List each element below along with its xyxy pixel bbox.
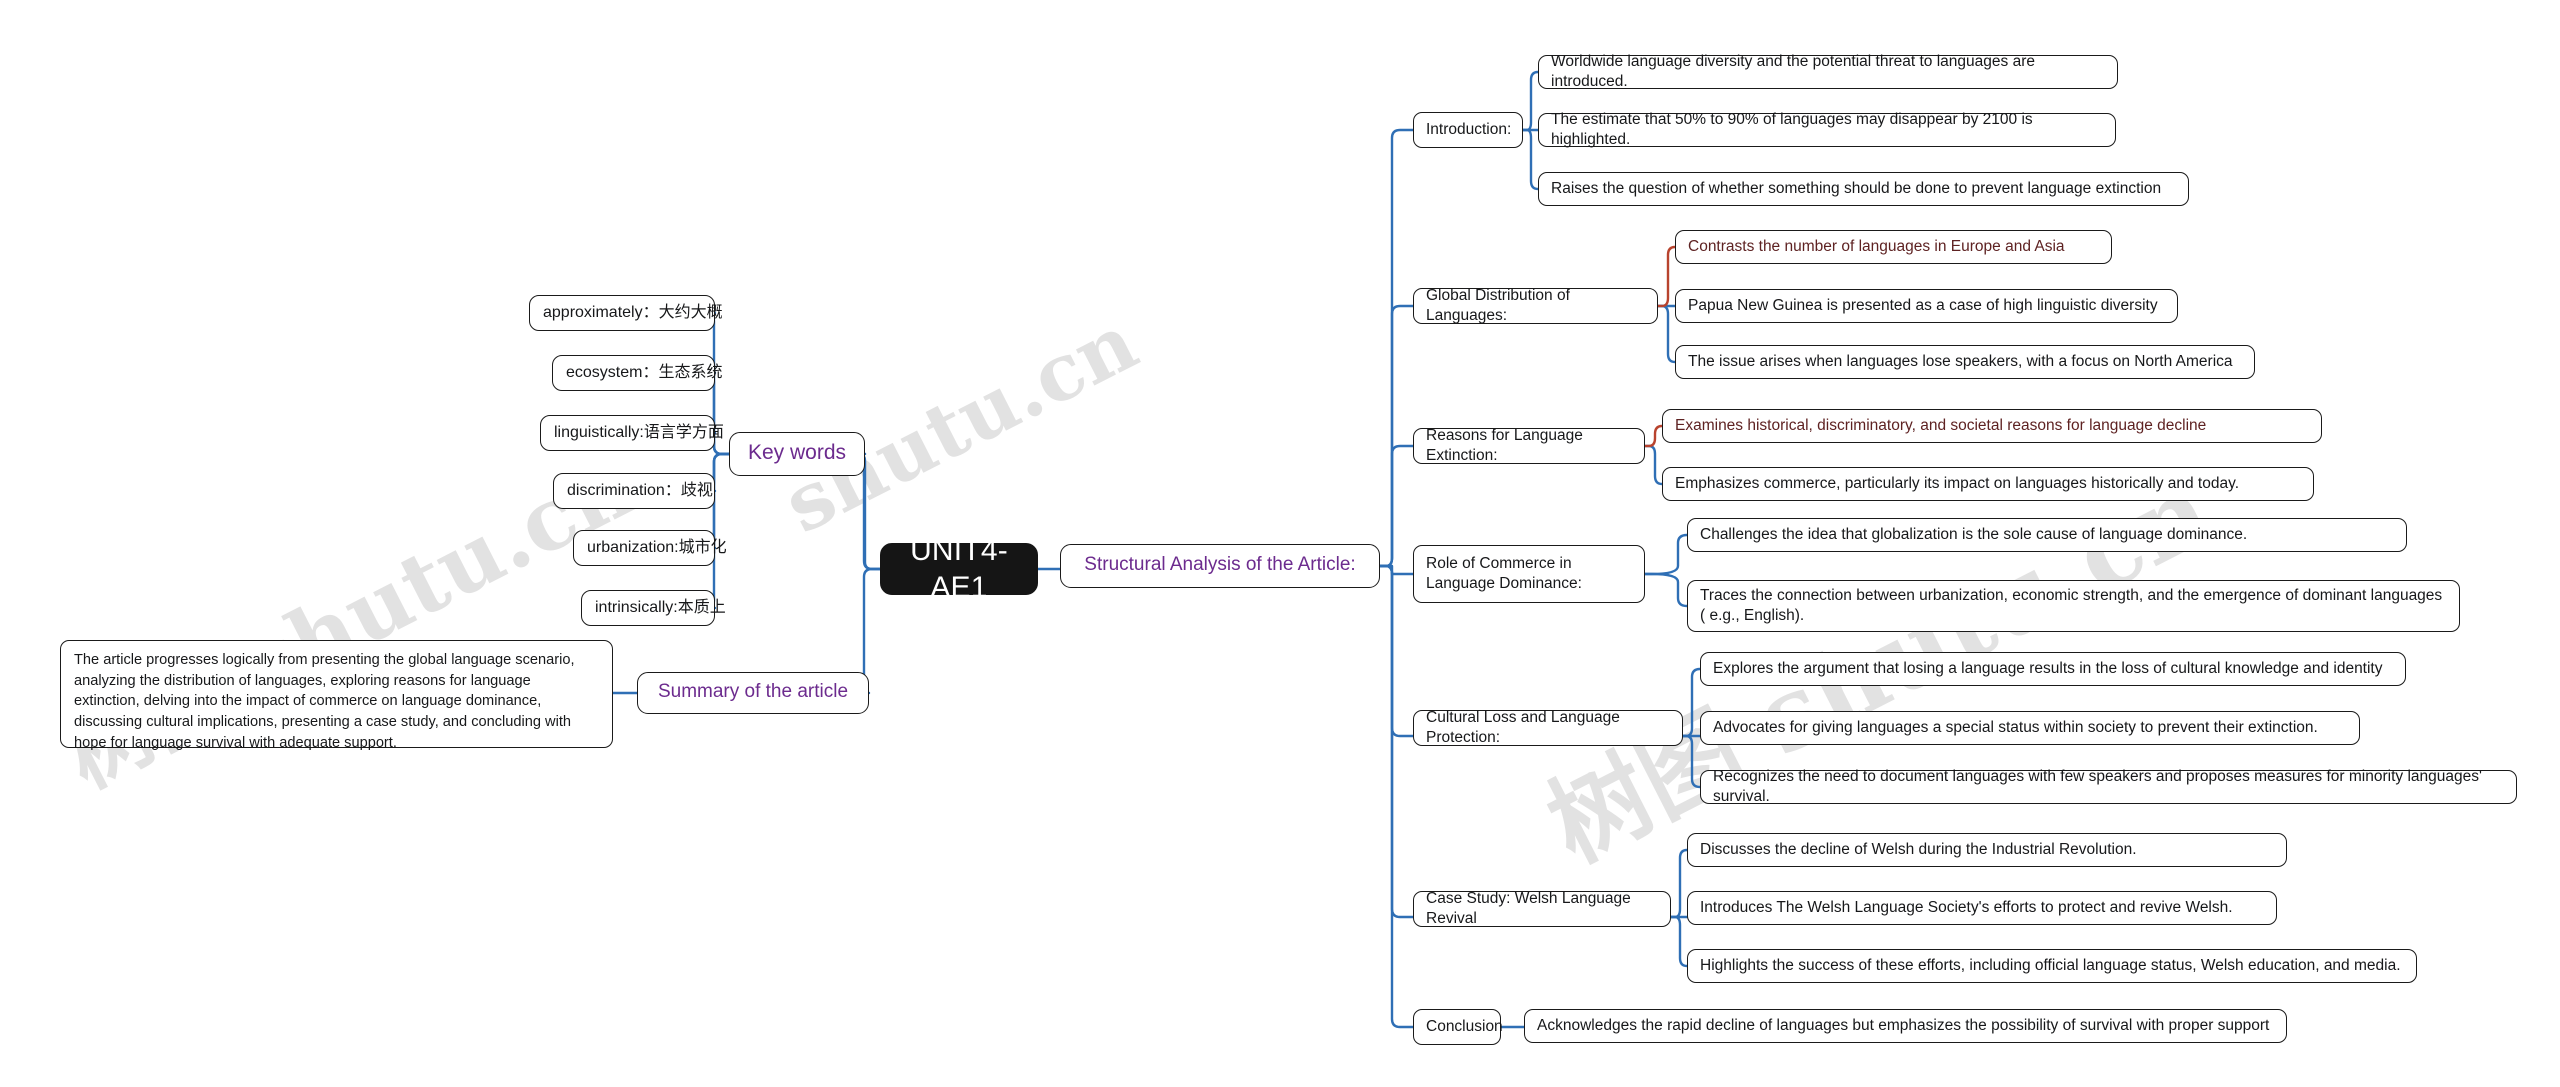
keyword-label: ecosystem：生态系统 (566, 363, 723, 381)
leaf-label: The issue arises when languages lose spe… (1688, 352, 2233, 370)
keyword-label: approximately：大约大概 (543, 303, 723, 321)
leaf-label: Discusses the decline of Welsh during th… (1700, 840, 2137, 858)
topic-label: Conclusion (1426, 1017, 1503, 1035)
summary-paragraph[interactable]: The article progresses logically from pr… (60, 640, 613, 751)
leaf-label: Advocates for giving languages a special… (1713, 718, 2318, 736)
keyword-label: discrimination：歧视 (567, 481, 713, 499)
leaf-global-distribution-1[interactable]: Contrasts the number of languages in Eur… (1675, 230, 2112, 264)
leaf-label: Contrasts the number of languages in Eur… (1688, 237, 2065, 255)
leaf-case-study-1[interactable]: Discusses the decline of Welsh during th… (1687, 833, 2287, 867)
leaf-conclusion-1[interactable]: Acknowledges the rapid decline of langua… (1524, 1009, 2287, 1043)
leaf-label: Emphasizes commerce, particularly its im… (1675, 474, 2239, 492)
leaf-cultural-loss-1[interactable]: Explores the argument that losing a lang… (1700, 652, 2406, 686)
branch-summary-label: Summary of the article (657, 681, 849, 703)
topic-label: Role of Commerce in Language Dominance: (1426, 555, 1582, 592)
leaf-introduction-3[interactable]: Raises the question of whether something… (1538, 172, 2189, 206)
leaf-label: Explores the argument that losing a lang… (1713, 659, 2383, 677)
topic-introduction[interactable]: Introduction: (1413, 112, 1523, 148)
topic-label: Cultural Loss and Language Protection: (1426, 709, 1620, 746)
topic-label: Case Study: Welsh Language Revival (1426, 890, 1631, 927)
keyword-item-intrinsically[interactable]: intrinsically:本质上 (581, 590, 726, 626)
topic-label: Global Distribution of Languages: (1426, 287, 1570, 324)
branch-structural-analysis[interactable]: Structural Analysis of the Article: (1060, 544, 1380, 588)
keyword-item-urbanization[interactable]: urbanization:城市化 (573, 530, 727, 566)
leaf-case-study-2[interactable]: Introduces The Welsh Language Society's … (1687, 891, 2277, 925)
leaf-role-of-commerce-2[interactable]: Traces the connection between urbanizati… (1687, 580, 2460, 632)
keyword-item-linguistically[interactable]: linguistically:语言学方面 (540, 415, 724, 451)
leaf-label: Challenges the idea that globalization i… (1700, 525, 2248, 543)
leaf-label: Papua New Guinea is presented as a case … (1688, 296, 2158, 314)
leaf-label: Highlights the success of these efforts,… (1700, 956, 2401, 974)
keyword-item-discrimination[interactable]: discrimination：歧视 (553, 473, 715, 509)
leaf-label: Traces the connection between urbanizati… (1700, 587, 2443, 624)
topic-cultural-loss-and-language-protection[interactable]: Cultural Loss and Language Protection: (1413, 709, 1683, 746)
keyword-label: linguistically:语言学方面 (554, 423, 724, 441)
keyword-item-approximately[interactable]: approximately：大约大概 (529, 295, 723, 331)
leaf-cultural-loss-2[interactable]: Advocates for giving languages a special… (1700, 711, 2360, 745)
root-node-label: UNIT4-AE1 (910, 533, 1008, 605)
keyword-label: intrinsically:本质上 (595, 598, 726, 616)
leaf-label: The estimate that 50% to 90% of language… (1551, 111, 2033, 148)
branch-key-words[interactable]: Key words (729, 432, 865, 476)
leaf-cultural-loss-3[interactable]: Recognizes the need to document language… (1700, 768, 2517, 805)
branch-structural-analysis-label: Structural Analysis of the Article: (1084, 554, 1356, 576)
topic-label: Reasons for Language Extinction: (1426, 427, 1583, 464)
leaf-label: Recognizes the need to document language… (1713, 768, 2482, 805)
root-node[interactable]: UNIT4-AE1 (880, 534, 1038, 604)
leaf-introduction-2[interactable]: The estimate that 50% to 90% of language… (1538, 111, 2116, 148)
topic-conclusion[interactable]: Conclusion (1413, 1009, 1503, 1045)
summary-paragraph-text: The article progresses logically from pr… (74, 652, 575, 751)
leaf-reasons-2[interactable]: Emphasizes commerce, particularly its im… (1662, 467, 2314, 501)
leaf-label: Raises the question of whether something… (1551, 179, 2162, 197)
leaf-introduction-1[interactable]: Worldwide language diversity and the pot… (1538, 53, 2118, 90)
keyword-item-ecosystem[interactable]: ecosystem：生态系统 (552, 355, 723, 391)
leaf-case-study-3[interactable]: Highlights the success of these efforts,… (1687, 949, 2417, 983)
mindmap-canvas: shutu.cn 树图 shutu.cn 树图 shutu.cn (0, 0, 2560, 1087)
keyword-label: urbanization:城市化 (587, 538, 727, 556)
branch-key-words-label: Key words (747, 440, 847, 464)
leaf-reasons-1[interactable]: Examines historical, discriminatory, and… (1662, 409, 2322, 443)
leaf-role-of-commerce-1[interactable]: Challenges the idea that globalization i… (1687, 518, 2407, 552)
leaf-label: Worldwide language diversity and the pot… (1551, 53, 2035, 90)
leaf-label: Acknowledges the rapid decline of langua… (1537, 1016, 2270, 1034)
leaf-global-distribution-3[interactable]: The issue arises when languages lose spe… (1675, 345, 2255, 379)
topic-role-of-commerce-in-language-dominance[interactable]: Role of Commerce in Language Dominance: (1413, 545, 1645, 603)
branch-summary-of-the-article[interactable]: Summary of the article (637, 672, 869, 714)
topic-label: Introduction: (1426, 120, 1512, 138)
leaf-global-distribution-2[interactable]: Papua New Guinea is presented as a case … (1675, 289, 2178, 323)
topic-reasons-for-language-extinction[interactable]: Reasons for Language Extinction: (1413, 427, 1645, 464)
topic-global-distribution-of-languages[interactable]: Global Distribution of Languages: (1413, 287, 1658, 324)
topic-case-study-welsh-language-revival[interactable]: Case Study: Welsh Language Revival (1413, 890, 1671, 927)
leaf-label: Introduces The Welsh Language Society's … (1700, 898, 2233, 916)
watermark-top-center: shutu.cn (770, 296, 1152, 552)
leaf-label: Examines historical, discriminatory, and… (1675, 416, 2207, 434)
